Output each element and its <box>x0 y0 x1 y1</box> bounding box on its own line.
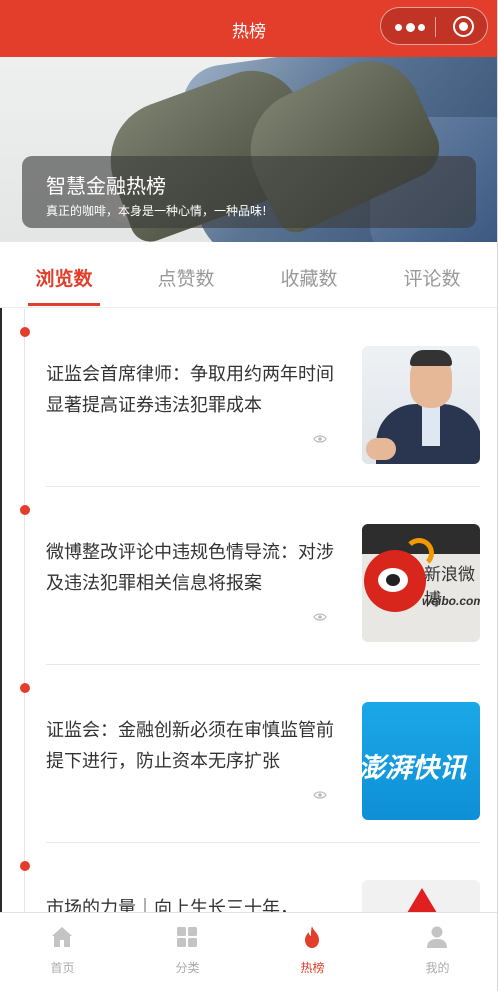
nav-category[interactable]: 分类 <box>125 913 250 991</box>
list-item[interactable]: 微博整改评论中违规色情导流：对涉及违法犯罪相关信息将报案 新浪微博 weibo.… <box>0 487 498 665</box>
hero-banner[interactable]: 智慧金融热榜 真正的咖啡，本身是一种心情，一种品味! <box>0 57 498 242</box>
close-mini-program-icon[interactable] <box>453 16 474 37</box>
tab-comments[interactable]: 评论数 <box>382 264 482 291</box>
news-feed: 证监会首席律师：争取用约两年时间显著提高证券违法犯罪成本 微博整改评论中违规色情… <box>0 309 498 912</box>
article-thumbnail[interactable]: 新浪微博 weibo.com <box>362 524 480 642</box>
timeline-dot <box>20 861 30 871</box>
tab-likes[interactable]: 点赞数 <box>136 264 236 291</box>
eye-icon <box>313 435 327 443</box>
ranking-tabs: 浏览数 点赞数 收藏数 评论数 <box>0 242 498 308</box>
banner-subtitle: 真正的咖啡，本身是一种心情，一种品味! <box>46 204 267 218</box>
flame-icon <box>305 926 319 948</box>
eye-icon <box>313 791 327 799</box>
thumbnail-text: weibo.com <box>422 594 480 608</box>
capsule-divider <box>435 17 436 37</box>
article-title[interactable]: 证监会首席律师：争取用约两年时间显著提高证券违法犯罪成本 <box>46 359 338 421</box>
article-thumbnail[interactable]: 澎湃快讯 <box>362 702 480 820</box>
article-title[interactable]: 微博整改评论中违规色情导流：对涉及违法犯罪相关信息将报案 <box>46 537 338 599</box>
nav-profile[interactable]: 我的 <box>375 913 498 991</box>
list-item[interactable]: 证监会首席律师：争取用约两年时间显著提高证券违法犯罪成本 <box>0 309 498 487</box>
article-thumbnail[interactable] <box>362 346 480 464</box>
article-thumbnail[interactable] <box>362 880 480 912</box>
top-bar: 热榜 <box>0 0 498 57</box>
list-item[interactable]: 证监会：金融创新必须在审慎监管前提下进行，防止资本无序扩张 澎湃快讯 <box>0 665 498 843</box>
grid-icon <box>177 927 197 947</box>
tab-favorites[interactable]: 收藏数 <box>259 264 359 291</box>
timeline-dot <box>20 327 30 337</box>
tab-views[interactable]: 浏览数 <box>14 264 114 291</box>
active-tab-indicator <box>28 303 100 306</box>
nav-label: 热榜 <box>300 961 325 975</box>
article-title[interactable]: 市场的力量｜向上生长三十年， <box>46 893 338 912</box>
nav-label: 分类 <box>175 961 200 975</box>
user-icon <box>427 926 447 948</box>
nav-label: 首页 <box>50 961 75 975</box>
banner-caption: 智慧金融热榜 真正的咖啡，本身是一种心情，一种品味! <box>22 156 476 228</box>
more-icon[interactable] <box>395 21 425 33</box>
timeline-dot <box>20 505 30 515</box>
nav-label: 我的 <box>425 961 450 975</box>
mini-program-capsule <box>380 7 488 45</box>
eye-icon <box>313 613 327 621</box>
nav-hot[interactable]: 热榜 <box>250 913 375 991</box>
article-title[interactable]: 证监会：金融创新必须在审慎监管前提下进行，防止资本无序扩张 <box>46 715 338 777</box>
nav-home[interactable]: 首页 <box>0 913 125 991</box>
timeline-dot <box>20 683 30 693</box>
list-item[interactable]: 市场的力量｜向上生长三十年， <box>0 843 498 912</box>
thumbnail-text: 澎湃快讯 <box>362 753 466 784</box>
bottom-tab-bar: 首页 分类 热榜 我的 <box>0 912 498 991</box>
banner-title: 智慧金融热榜 <box>46 174 166 198</box>
home-icon <box>52 927 72 947</box>
